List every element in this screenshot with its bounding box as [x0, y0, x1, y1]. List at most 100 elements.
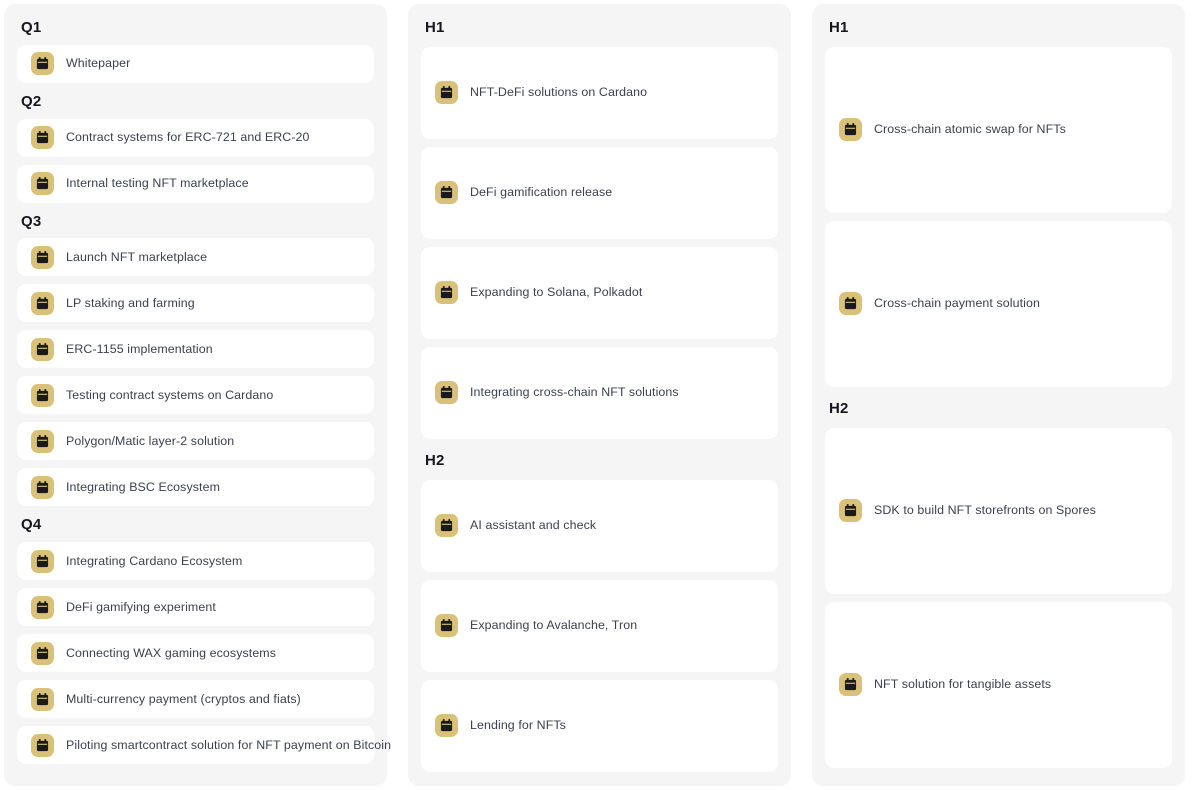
section-card-list: Cross-chain atomic swap for NFTs Cross-c…	[825, 46, 1172, 387]
section-card-list: Launch NFT marketplace LP staking and fa…	[17, 238, 374, 507]
roadmap-card-label: Polygon/Matic layer-2 solution	[66, 433, 235, 448]
roadmap-card-label: Testing contract systems on Cardano	[66, 387, 274, 402]
calendar-icon	[31, 245, 54, 269]
section-card-list: NFT-DeFi solutions on Cardano DeFi gamif…	[421, 46, 778, 439]
roadmap-card-label: Lending for NFTs	[470, 718, 566, 733]
roadmap-card-label: Cross-chain atomic swap for NFTs	[874, 122, 1066, 137]
roadmap-card-label: Cross-chain payment solution	[874, 296, 1041, 311]
roadmap-section-q2: Q2 Contract systems for ERC-721 and ERC-…	[17, 83, 374, 203]
calendar-icon	[31, 549, 54, 573]
roadmap-card-label: Piloting smartcontract solution for NFT …	[66, 737, 392, 752]
roadmap-card[interactable]: Piloting smartcontract solution for NFT …	[17, 726, 391, 764]
roadmap-card[interactable]: Expanding to Solana, Polkadot	[421, 246, 778, 339]
roadmap-card-label: Integrating cross-chain NFT solutions	[470, 385, 679, 400]
roadmap-card[interactable]: Integrating cross-chain NFT solutions	[421, 346, 778, 439]
calendar-icon	[31, 475, 54, 499]
calendar-icon	[31, 126, 54, 149]
roadmap-card[interactable]: Whitepaper	[17, 44, 374, 83]
roadmap-card-label: Expanding to Solana, Polkadot	[470, 285, 643, 300]
section-heading: Q2	[21, 92, 42, 110]
calendar-icon	[435, 181, 458, 205]
roadmap-card-label: SDK to build NFT storefronts on Spores	[874, 503, 1096, 518]
roadmap-card[interactable]: NFT-DeFi solutions on Cardano	[421, 46, 778, 139]
calendar-icon	[435, 281, 458, 305]
roadmap-card-label: Multi-currency payment (cryptos and fiat…	[66, 691, 301, 706]
roadmap-card[interactable]: ERC-1155 implementation	[17, 330, 374, 369]
calendar-icon	[435, 614, 458, 637]
section-heading: Q4	[21, 516, 42, 534]
roadmap-card-label: DeFi gamification release	[470, 185, 613, 200]
calendar-icon	[31, 687, 54, 711]
roadmap-section-q4: Q4 Integrating Cardano Ecosystem DeFi ga…	[17, 506, 391, 764]
roadmap-card[interactable]: Integrating Cardano Ecosystem	[17, 542, 374, 580]
roadmap-card-label: Launch NFT marketplace	[66, 249, 208, 264]
roadmap-card[interactable]: Integrating BSC Ecosystem	[17, 468, 374, 507]
roadmap-card[interactable]: Lending for NFTs	[421, 679, 778, 772]
calendar-icon	[31, 429, 54, 453]
roadmap-column-halves-second: H1 Cross-chain atomic swap for NFTs Cros…	[812, 4, 1185, 786]
section-heading: H2	[425, 451, 445, 469]
calendar-icon	[31, 595, 54, 619]
roadmap-card[interactable]: Testing contract systems on Cardano	[17, 376, 374, 415]
section-heading: H1	[425, 19, 445, 36]
roadmap-card-label: Internal testing NFT marketplace	[66, 176, 249, 191]
section-heading: Q1	[21, 19, 42, 36]
roadmap-card-label: DeFi gamifying experiment	[66, 599, 216, 614]
section-card-list: Integrating Cardano Ecosystem DeFi gamif…	[17, 542, 391, 764]
section-heading: Q3	[21, 212, 42, 230]
roadmap-card-label: Integrating BSC Ecosystem	[66, 479, 221, 494]
roadmap-section-h1: H1 Cross-chain atomic swap for NFTs Cros…	[825, 18, 1172, 387]
roadmap-card-label: LP staking and farming	[66, 295, 195, 310]
section-card-list: Whitepaper	[17, 44, 374, 83]
roadmap-card-label: Integrating Cardano Ecosystem	[66, 553, 243, 568]
calendar-icon	[839, 499, 862, 522]
roadmap-card[interactable]: Launch NFT marketplace	[17, 238, 374, 277]
roadmap-card-label: NFT-DeFi solutions on Cardano	[470, 85, 648, 100]
section-card-list: Contract systems for ERC-721 and ERC-20 …	[17, 118, 374, 203]
roadmap-card[interactable]: DeFi gamification release	[421, 146, 778, 239]
roadmap-section-q3: Q3 Launch NFT marketplace LP staking and…	[17, 203, 374, 507]
roadmap-card[interactable]: Internal testing NFT marketplace	[17, 164, 374, 203]
calendar-icon	[839, 673, 862, 696]
roadmap-card-label: AI assistant and check	[470, 518, 597, 533]
calendar-icon	[31, 291, 54, 315]
roadmap-card-label: Connecting WAX gaming ecosystems	[66, 645, 277, 660]
roadmap-card-label: Contract systems for ERC-721 and ERC-20	[66, 130, 310, 145]
roadmap-column-halves-first: H1 NFT-DeFi solutions on Cardano DeFi ga…	[408, 4, 791, 786]
roadmap-card[interactable]: Polygon/Matic layer-2 solution	[17, 422, 374, 461]
calendar-icon	[435, 714, 458, 737]
roadmap-card[interactable]: Multi-currency payment (cryptos and fiat…	[17, 680, 374, 718]
section-card-list: SDK to build NFT storefronts on Spores N…	[825, 427, 1172, 768]
roadmap-card[interactable]: SDK to build NFT storefronts on Spores	[825, 427, 1172, 594]
calendar-icon	[839, 292, 862, 316]
roadmap-card[interactable]: DeFi gamifying experiment	[17, 588, 374, 626]
section-heading: H2	[829, 399, 849, 417]
roadmap-card[interactable]: Cross-chain payment solution	[825, 220, 1172, 387]
roadmap-card[interactable]: NFT solution for tangible assets	[825, 601, 1172, 768]
roadmap-card[interactable]: AI assistant and check	[421, 479, 778, 572]
roadmap-section-h2: H2 AI assistant and check Expanding to A…	[421, 439, 778, 772]
calendar-icon	[435, 381, 458, 405]
roadmap-card-label: Expanding to Avalanche, Tron	[470, 618, 638, 633]
roadmap-card-label: ERC-1155 implementation	[66, 341, 213, 356]
roadmap-section-h2: H2 SDK to build NFT storefronts on Spore…	[825, 387, 1172, 768]
roadmap-card[interactable]: Cross-chain atomic swap for NFTs	[825, 46, 1172, 213]
calendar-icon	[31, 172, 54, 195]
calendar-icon	[31, 641, 54, 665]
roadmap-section-q1: Q1 Whitepaper	[17, 18, 374, 83]
roadmap-section-h1: H1 NFT-DeFi solutions on Cardano DeFi ga…	[421, 18, 778, 439]
roadmap-board: Q1 Whitepaper Q2 Contract systems for ER…	[0, 0, 1200, 790]
calendar-icon	[435, 81, 458, 105]
calendar-icon	[31, 383, 54, 407]
roadmap-card[interactable]: Connecting WAX gaming ecosystems	[17, 634, 374, 672]
roadmap-card[interactable]: LP staking and farming	[17, 284, 374, 323]
roadmap-card[interactable]: Contract systems for ERC-721 and ERC-20	[17, 118, 374, 157]
roadmap-column-quarters: Q1 Whitepaper Q2 Contract systems for ER…	[4, 4, 391, 786]
section-heading: H1	[829, 19, 849, 36]
calendar-icon	[31, 733, 54, 757]
calendar-icon	[31, 52, 54, 76]
calendar-icon	[31, 337, 54, 361]
roadmap-card[interactable]: Expanding to Avalanche, Tron	[421, 579, 778, 672]
roadmap-card-label: NFT solution for tangible assets	[874, 677, 1052, 692]
section-card-list: AI assistant and check Expanding to Aval…	[421, 479, 778, 772]
